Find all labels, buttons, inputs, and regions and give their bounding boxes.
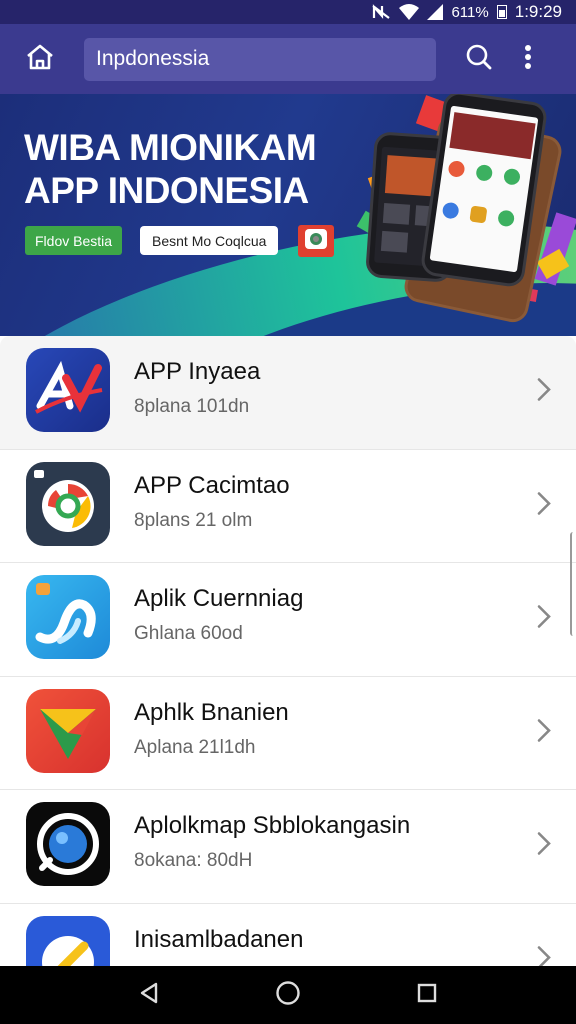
back-icon bbox=[137, 981, 161, 1010]
app-list: APP Inyaea 8plana 101dn APP Cacimtao 8pl… bbox=[0, 336, 576, 966]
list-item[interactable]: APP Inyaea 8plana 101dn bbox=[0, 336, 576, 450]
chevron-right-icon bbox=[536, 490, 552, 521]
scrollbar[interactable] bbox=[570, 532, 576, 636]
chrome-like-icon bbox=[26, 461, 110, 546]
search-field[interactable] bbox=[84, 37, 436, 81]
search-input[interactable] bbox=[96, 47, 436, 71]
search-icon bbox=[465, 43, 493, 76]
screen-tile bbox=[380, 230, 409, 253]
list-item[interactable]: Aplik Cuernniag Ghlana 60od bbox=[0, 563, 576, 677]
screen-tile bbox=[441, 201, 460, 220]
nfc-icon bbox=[371, 4, 391, 20]
screen-tile bbox=[475, 163, 494, 182]
list-item[interactable]: Aphlk Bnanien Aplana 21l1dh bbox=[0, 677, 576, 790]
wifi-icon bbox=[399, 4, 420, 20]
app-title: APP Inyaea bbox=[134, 358, 261, 385]
clock: 1:9:29 bbox=[514, 2, 562, 21]
play-store-like-icon bbox=[26, 688, 110, 773]
home-icon bbox=[25, 43, 55, 76]
recents-icon bbox=[416, 982, 438, 1009]
banner-title: WIBA MIONIKAM APP INDONESIA bbox=[24, 126, 317, 212]
app-subtitle: Aplana 21l1dh bbox=[134, 736, 256, 758]
screen: 611% 1:9:29 Inpdonessia WIBA MIONIKAM AP… bbox=[0, 0, 576, 1024]
home-circle-icon bbox=[275, 980, 301, 1011]
more-vert-icon bbox=[524, 44, 532, 75]
battery-percent: 611% bbox=[451, 3, 489, 21]
banner-white-button[interactable]: Besnt Mo Coqlcua bbox=[140, 226, 279, 255]
recents-button[interactable] bbox=[403, 971, 451, 1019]
banner-title-line2: APP INDONESIA bbox=[24, 170, 309, 211]
ribbon-app-icon bbox=[26, 575, 110, 659]
app-title: Aplik Cuernniag bbox=[134, 585, 304, 612]
banner-badge[interactable] bbox=[298, 225, 334, 257]
system-nav-bar bbox=[0, 966, 576, 1024]
app-bar bbox=[0, 24, 576, 94]
battery-icon bbox=[496, 5, 507, 19]
screen-tile bbox=[497, 209, 516, 228]
app-subtitle: 8okana: 80dH bbox=[134, 850, 253, 871]
app-title: Inisamlbadanen bbox=[134, 925, 304, 953]
list-item[interactable]: Aplolkmap Sbblokangasin 8okana: 80dH bbox=[0, 790, 576, 904]
chevron-right-icon bbox=[536, 604, 552, 635]
app-title: Aplolkmap Sbblokangasin bbox=[134, 812, 411, 839]
back-button[interactable] bbox=[125, 971, 173, 1019]
banner-green-button[interactable]: Fldov Bestia bbox=[25, 226, 123, 255]
home-button[interactable] bbox=[16, 35, 64, 83]
app-subtitle: 8plans 21 olm bbox=[134, 509, 253, 531]
screen-tile bbox=[502, 167, 522, 186]
compass-app-icon bbox=[26, 915, 110, 966]
list-item[interactable]: APP Cacimtao 8plans 21 olm bbox=[0, 450, 576, 563]
banner-title-line1: WIBA MIONIKAM bbox=[24, 127, 317, 168]
list-item[interactable]: Inisamlbadanen bbox=[0, 904, 576, 966]
apv-logo-icon bbox=[26, 348, 110, 432]
search-button[interactable] bbox=[457, 37, 501, 81]
screen-tile bbox=[449, 112, 536, 160]
screen-tile bbox=[382, 202, 411, 225]
chevron-right-icon bbox=[536, 945, 552, 966]
app-subtitle: 8plana 101dn bbox=[134, 396, 250, 417]
screen-tile bbox=[447, 159, 466, 179]
app-title: APP Cacimtao bbox=[134, 471, 290, 499]
overflow-menu-button[interactable] bbox=[510, 37, 546, 81]
chevron-right-icon bbox=[536, 377, 552, 408]
screen-tile bbox=[469, 205, 488, 224]
lens-app-icon bbox=[26, 802, 110, 886]
signal-icon bbox=[427, 4, 444, 20]
status-bar: 611% 1:9:29 bbox=[0, 0, 576, 24]
chevron-right-icon bbox=[536, 717, 552, 748]
badge-icon bbox=[303, 227, 329, 256]
chevron-right-icon bbox=[536, 831, 552, 862]
promo-banner[interactable]: WIBA MIONIKAM APP INDONESIA Fldov Bestia… bbox=[0, 94, 576, 336]
app-subtitle: Ghlana 60od bbox=[134, 623, 243, 644]
home-nav-button[interactable] bbox=[264, 971, 312, 1019]
app-title: Aphlk Bnanien bbox=[134, 698, 289, 726]
